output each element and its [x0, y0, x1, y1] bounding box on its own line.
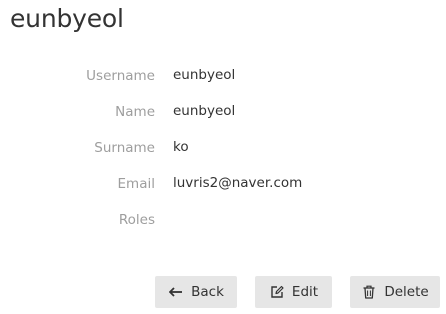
email-value: luvris2@naver.com [173, 175, 303, 191]
surname-row: Surname ko [0, 135, 446, 171]
user-details: Username eunbyeol Name eunbyeol Surname … [0, 63, 446, 243]
edit-button-label: Edit [291, 284, 319, 300]
name-row: Name eunbyeol [0, 99, 446, 135]
roles-label: Roles [118, 212, 155, 228]
edit-icon [269, 284, 285, 300]
email-label: Email [117, 176, 155, 192]
arrow-left-icon [168, 284, 184, 300]
back-button-label: Back [191, 284, 224, 300]
surname-label: Surname [94, 140, 155, 156]
trash-icon [361, 284, 377, 300]
roles-row: Roles [0, 207, 446, 243]
name-label: Name [115, 104, 155, 120]
edit-button[interactable]: Edit [255, 276, 332, 308]
username-value: eunbyeol [173, 67, 236, 83]
delete-button[interactable]: Delete [350, 276, 440, 308]
back-button[interactable]: Back [155, 276, 237, 308]
page-title: eunbyeol [10, 4, 124, 33]
email-row: Email luvris2@naver.com [0, 171, 446, 207]
username-label: Username [86, 68, 155, 84]
username-row: Username eunbyeol [0, 63, 446, 99]
surname-value: ko [173, 139, 189, 155]
delete-button-label: Delete [384, 284, 429, 300]
name-value: eunbyeol [173, 103, 236, 119]
